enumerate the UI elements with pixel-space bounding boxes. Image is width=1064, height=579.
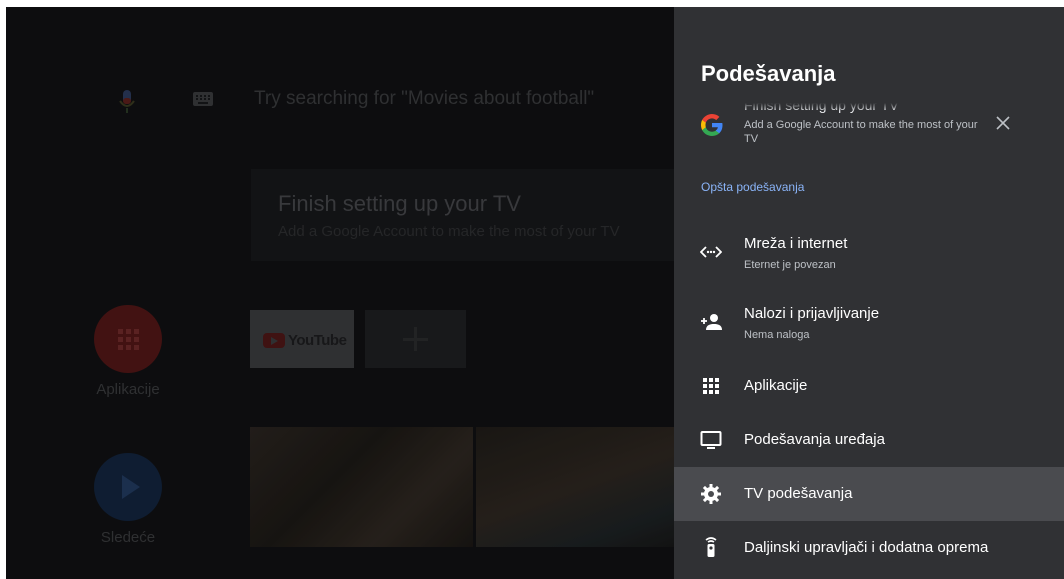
settings-item-label: Mreža i internet: [744, 235, 848, 252]
close-icon[interactable]: [994, 114, 1012, 132]
section-header-general: Opšta podešavanja: [701, 180, 805, 194]
network-icon: [700, 246, 722, 258]
settings-item-subtitle: Eternet je povezan: [744, 259, 836, 271]
settings-item-tv-settings[interactable]: TV podešavanja: [674, 467, 1064, 521]
settings-panel: Podešavanja Finish setting up your TV Ad…: [674, 7, 1064, 579]
settings-list[interactable]: Finish setting up your TV Add a Google A…: [674, 103, 1064, 579]
panel-title: Podešavanja: [701, 61, 836, 86]
apps-grid-icon: [703, 378, 719, 394]
gear-icon: [701, 484, 721, 504]
home-screen: Try searching for "Movies about football…: [6, 7, 674, 579]
tv-screen: Try searching for "Movies about football…: [6, 7, 1064, 579]
settings-item-accounts[interactable]: Nalozi i prijavljivanje Nema naloga: [674, 291, 1064, 353]
tv-icon: [700, 431, 722, 449]
google-icon: [701, 114, 723, 136]
settings-item-device-preferences[interactable]: Podešavanja uređaja: [674, 413, 1064, 467]
settings-item-label: Aplikacije: [744, 377, 808, 394]
settings-item-remotes-accessories[interactable]: Daljinski upravljači i dodatna oprema: [674, 521, 1064, 575]
setup-notification[interactable]: Finish setting up your TV Add a Google A…: [674, 103, 1064, 159]
add-account-icon: [701, 314, 722, 330]
notification-description: Add a Google Account to make the most of…: [744, 119, 978, 145]
settings-item-subtitle: Nema naloga: [744, 329, 810, 341]
dim-overlay: [6, 7, 674, 579]
settings-item-network[interactable]: Mreža i internet Eternet je povezan: [674, 221, 1064, 283]
scroll-fade: [674, 103, 1064, 111]
settings-item-label: TV podešavanja: [744, 485, 853, 502]
settings-item-label: Daljinski upravljači i dodatna oprema: [744, 539, 989, 556]
settings-item-apps[interactable]: Aplikacije: [674, 359, 1064, 413]
remote-icon: [705, 537, 717, 557]
settings-item-label: Nalozi i prijavljivanje: [744, 305, 880, 322]
settings-item-label: Podešavanja uređaja: [744, 431, 885, 448]
